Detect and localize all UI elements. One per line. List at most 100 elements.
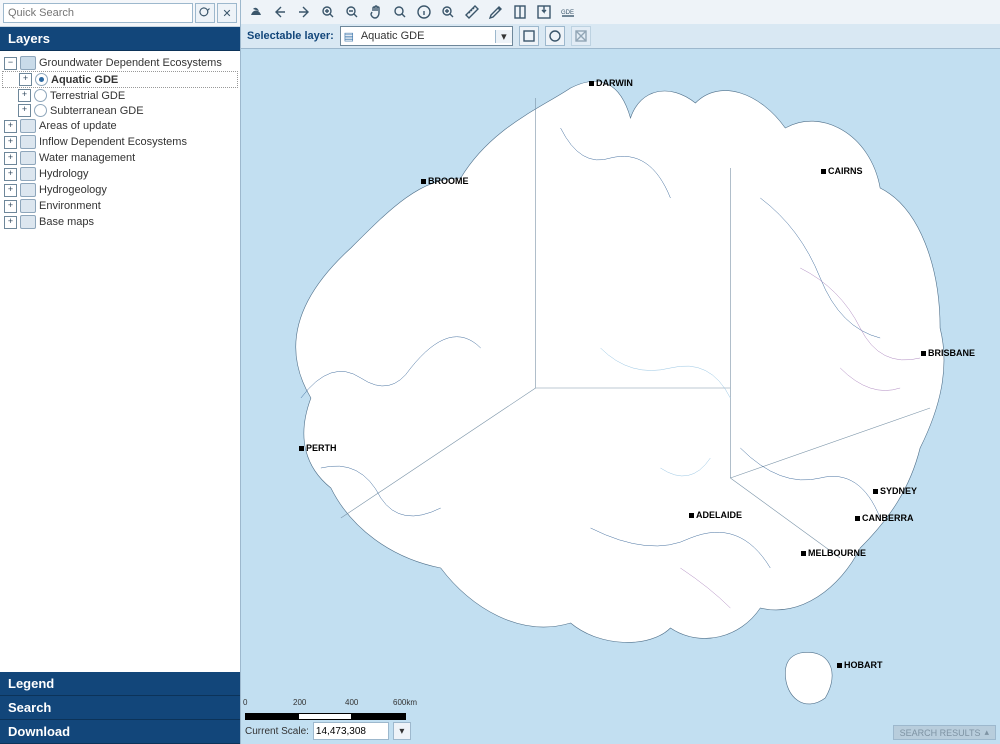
tree-item-aquatic-gde[interactable]: + Aquatic GDE xyxy=(2,71,238,88)
tree-label: Water management xyxy=(39,152,135,164)
selectable-layer-value: Aquatic GDE xyxy=(357,30,495,42)
expand-icon[interactable]: + xyxy=(4,216,17,229)
selectable-layer-label: Selectable layer: xyxy=(247,30,334,42)
quick-search-input[interactable] xyxy=(3,3,193,23)
select-rectangle-button[interactable] xyxy=(519,26,539,46)
sidebar: ✕ Layers − Groundwater Dependent Ecosyst… xyxy=(0,0,241,744)
search-results-toggle[interactable]: SEARCH RESULTS ▴ xyxy=(893,725,996,740)
tree-label: Areas of update xyxy=(39,120,117,132)
expand-icon[interactable]: + xyxy=(4,136,17,149)
chevron-up-icon: ▴ xyxy=(984,727,989,738)
quick-search-row: ✕ xyxy=(0,0,240,27)
folder-icon xyxy=(20,167,36,181)
scale-tick: 0 xyxy=(243,698,247,707)
identify-button[interactable] xyxy=(389,1,411,23)
selectable-layer-combo[interactable]: ▤ Aquatic GDE ▾ xyxy=(340,26,513,46)
full-extent-button[interactable] xyxy=(245,1,267,23)
scale-bar: 0 200 400 600km xyxy=(245,708,405,720)
folder-icon xyxy=(20,199,36,213)
tree-label: Subterranean GDE xyxy=(50,105,144,117)
tree-label: Terrestrial GDE xyxy=(50,90,125,102)
radio-icon[interactable] xyxy=(34,89,47,102)
search-clear-button[interactable]: ✕ xyxy=(217,3,237,23)
radio-icon[interactable] xyxy=(34,104,47,117)
tree-label: Aquatic GDE xyxy=(51,74,118,86)
expand-icon[interactable]: + xyxy=(18,104,31,117)
tree-group-environment[interactable]: + Environment xyxy=(2,198,238,214)
city-label-broome: BROOME xyxy=(421,176,469,186)
search-submit-button[interactable] xyxy=(195,3,215,23)
panel-header-search[interactable]: Search xyxy=(0,696,240,720)
tree-label: Environment xyxy=(39,200,101,212)
gde-tool-button[interactable]: GDE xyxy=(557,1,579,23)
expand-icon[interactable]: + xyxy=(4,184,17,197)
city-label-hobart: HOBART xyxy=(837,660,883,670)
zoom-out-button[interactable] xyxy=(341,1,363,23)
tree-label: Hydrology xyxy=(39,168,89,180)
city-label-adelaide: ADELAIDE xyxy=(689,510,742,520)
current-scale-input[interactable] xyxy=(313,722,389,740)
pan-button[interactable] xyxy=(365,1,387,23)
scale-tick: 200 xyxy=(293,698,306,707)
radio-selected-icon[interactable] xyxy=(35,73,48,86)
tree-group-base-maps[interactable]: + Base maps xyxy=(2,214,238,230)
tree-group-gde[interactable]: − Groundwater Dependent Ecosystems xyxy=(2,55,238,71)
info-button[interactable] xyxy=(413,1,435,23)
city-label-brisbane: BRISBANE xyxy=(921,348,975,358)
tree-label: Inflow Dependent Ecosystems xyxy=(39,136,187,148)
tree-group-inflow[interactable]: + Inflow Dependent Ecosystems xyxy=(2,134,238,150)
chevron-down-icon[interactable]: ▾ xyxy=(495,30,512,43)
save-map-button[interactable] xyxy=(533,1,555,23)
expand-icon[interactable]: + xyxy=(18,89,31,102)
folder-icon xyxy=(20,151,36,165)
layer-icon: ▤ xyxy=(341,30,357,43)
folder-icon xyxy=(20,215,36,229)
map-toolbar: GDE xyxy=(241,0,1000,25)
city-label-darwin: DARWIN xyxy=(589,78,633,88)
tree-label: Hydrogeology xyxy=(39,184,107,196)
scale-dropdown-button[interactable]: ▾ xyxy=(393,722,411,740)
city-label-cairns: CAIRNS xyxy=(821,166,863,176)
layer-tree: − Groundwater Dependent Ecosystems + Aqu… xyxy=(0,51,240,672)
current-scale-label: Current Scale: xyxy=(245,726,309,737)
collapse-icon[interactable]: − xyxy=(4,57,17,70)
tree-group-hydrology[interactable]: + Hydrology xyxy=(2,166,238,182)
clear-selection-button[interactable] xyxy=(571,26,591,46)
city-label-sydney: SYDNEY xyxy=(873,486,917,496)
edit-geometry-button[interactable] xyxy=(485,1,507,23)
map-footer: 0 200 400 600km Current Scale: ▾ xyxy=(245,708,996,740)
panel-header-layers[interactable]: Layers xyxy=(0,27,240,51)
map-canvas[interactable]: DARWIN BROOME CAIRNS BRISBANE PERTH ADEL… xyxy=(241,48,1000,744)
city-label-perth: PERTH xyxy=(299,443,337,453)
folder-open-icon xyxy=(20,56,36,70)
prev-extent-button[interactable] xyxy=(269,1,291,23)
tree-item-terrestrial-gde[interactable]: + Terrestrial GDE xyxy=(2,88,238,103)
svg-text:GDE: GDE xyxy=(561,10,574,16)
next-extent-button[interactable] xyxy=(293,1,315,23)
tree-group-hydrogeology[interactable]: + Hydrogeology xyxy=(2,182,238,198)
expand-icon[interactable]: + xyxy=(4,152,17,165)
zoom-in-button[interactable] xyxy=(317,1,339,23)
tree-group-water-mgmt[interactable]: + Water management xyxy=(2,150,238,166)
tree-group-areas-update[interactable]: + Areas of update xyxy=(2,118,238,134)
panel-header-download[interactable]: Download xyxy=(0,720,240,744)
folder-icon xyxy=(20,119,36,133)
panel-header-legend[interactable]: Legend xyxy=(0,672,240,696)
tree-label: Base maps xyxy=(39,216,94,228)
zoom-to-scale-button[interactable] xyxy=(437,1,459,23)
select-circle-button[interactable] xyxy=(545,26,565,46)
tree-label: Groundwater Dependent Ecosystems xyxy=(39,57,222,69)
expand-icon[interactable]: + xyxy=(19,73,32,86)
bookmark-button[interactable] xyxy=(509,1,531,23)
search-results-label: SEARCH RESULTS xyxy=(900,728,981,738)
city-label-melbourne: MELBOURNE xyxy=(801,548,866,558)
city-label-canberra: CANBERRA xyxy=(855,513,914,523)
folder-icon xyxy=(20,183,36,197)
expand-icon[interactable]: + xyxy=(4,200,17,213)
map-panel: GDE Selectable layer: ▤ Aquatic GDE ▾ xyxy=(241,0,1000,744)
expand-icon[interactable]: + xyxy=(4,168,17,181)
measure-button[interactable] xyxy=(461,1,483,23)
expand-icon[interactable]: + xyxy=(4,120,17,133)
tree-item-subterranean-gde[interactable]: + Subterranean GDE xyxy=(2,103,238,118)
scale-tick: 400 xyxy=(345,698,358,707)
